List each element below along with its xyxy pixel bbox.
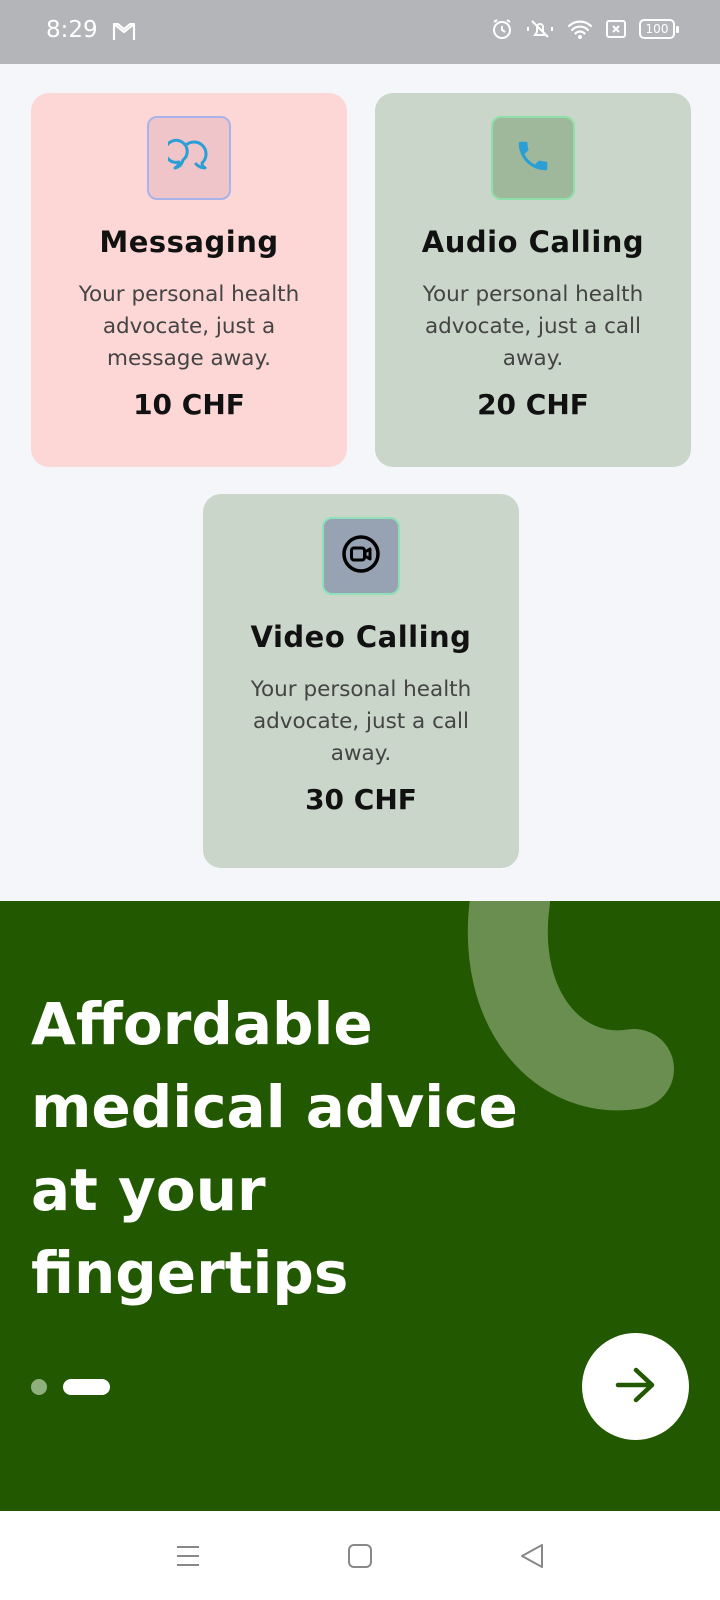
video-icon-box — [322, 517, 400, 595]
card-price: 20 CHF — [477, 388, 589, 421]
card-description: Your personal health advocate, just a ca… — [422, 282, 644, 371]
wifi-icon — [567, 18, 593, 40]
hero-title: Affordable medical advice at your finger… — [31, 990, 518, 1307]
messaging-icon-box — [147, 116, 231, 200]
video-camera-icon — [341, 534, 381, 578]
sim-off-icon — [605, 18, 627, 40]
audio-icon-box — [491, 116, 575, 200]
system-nav-bar — [0, 1511, 720, 1600]
hero-banner: Affordable medical advice at your finger… — [0, 901, 720, 1511]
card-title: Video Calling — [250, 620, 472, 654]
battery-icon: 100 — [639, 19, 679, 39]
status-time: 8:29 — [46, 17, 98, 43]
card-price: 10 CHF — [133, 388, 245, 421]
card-title: Messaging — [99, 225, 279, 259]
card-description: Your personal health advocate, just a ca… — [250, 677, 472, 766]
next-button[interactable] — [582, 1333, 689, 1440]
service-card-audio-calling[interactable]: Audio Calling Your personal health advoc… — [375, 93, 691, 467]
alarm-icon — [491, 18, 513, 40]
status-icons: 100 — [491, 18, 679, 40]
menu-icon[interactable] — [173, 1541, 203, 1571]
back-icon[interactable] — [517, 1541, 547, 1571]
card-price: 30 CHF — [305, 783, 417, 816]
card-description: Your personal health advocate, just a me… — [78, 282, 300, 371]
phone-icon — [514, 137, 552, 179]
service-card-video-calling[interactable]: Video Calling Your personal health advoc… — [203, 494, 519, 868]
service-card-messaging[interactable]: Messaging Your personal health advocate,… — [31, 93, 347, 467]
chat-bubbles-icon — [163, 136, 210, 180]
status-bar: 8:29 100 — [0, 0, 720, 64]
home-icon[interactable] — [345, 1541, 375, 1571]
page-indicator-active — [63, 1379, 110, 1395]
gmail-icon — [112, 20, 136, 44]
card-title: Audio Calling — [421, 225, 645, 259]
mute-icon — [525, 18, 555, 40]
arrow-right-icon — [614, 1365, 658, 1409]
page-indicator-dot — [31, 1379, 47, 1395]
